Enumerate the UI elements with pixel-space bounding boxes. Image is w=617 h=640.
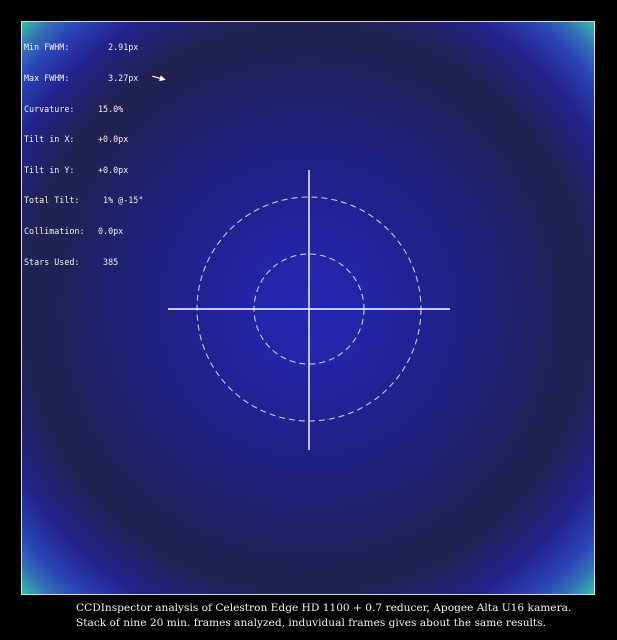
stat-label: Collimation: xyxy=(24,225,85,236)
stat-value: 1% @-15° xyxy=(98,195,144,206)
stat-value: 385 xyxy=(98,256,119,267)
caption-line-2: Stack of nine 20 min. frames analyzed, i… xyxy=(76,617,546,629)
stats-panel: Min FWHM: 2.91px Max FWHM: 3.27px Curvat… xyxy=(24,22,143,287)
stat-row-curvature: Curvature: 15.0% xyxy=(24,104,143,114)
stat-row-max-fwhm: Max FWHM: 3.27px xyxy=(24,73,143,83)
stat-row-tilt-x: Tilt in X: +0.0px xyxy=(24,134,143,144)
stat-label: Min FWHM: xyxy=(24,42,70,53)
tilt-direction-arrow-icon xyxy=(152,75,166,82)
stat-label: Max FWHM: xyxy=(24,73,70,83)
stat-label: Stars Used: xyxy=(24,256,80,267)
stat-value: 2.91px xyxy=(98,42,139,53)
stat-label: Tilt in Y: xyxy=(24,164,75,175)
stat-row-total-tilt: Total Tilt: 1% @-15° xyxy=(24,195,143,205)
stat-value: 15.0% xyxy=(98,103,124,114)
stat-label: Curvature: xyxy=(24,103,75,114)
tilt-arrow-group xyxy=(152,75,166,82)
stat-value: 3.27px xyxy=(98,73,139,83)
stat-label: Total Tilt: xyxy=(24,195,80,206)
stat-value: 0.0px xyxy=(98,225,124,236)
stat-label: Tilt in X: xyxy=(24,134,75,145)
ccdinspector-analysis-view: Min FWHM: 2.91px Max FWHM: 3.27px Curvat… xyxy=(0,0,617,640)
stat-row-stars-used: Stars Used: 385 xyxy=(24,257,143,267)
stat-row-collimation: Collimation: 0.0px xyxy=(24,226,143,236)
stat-value: +0.0px xyxy=(98,164,129,175)
image-caption: CCDInspector analysis of Celestron Edge … xyxy=(76,601,606,631)
caption-line-1: CCDInspector analysis of Celestron Edge … xyxy=(76,602,572,614)
curvature-heatmap: Min FWHM: 2.91px Max FWHM: 3.27px Curvat… xyxy=(21,21,595,595)
stat-row-min-fwhm: Min FWHM: 2.91px xyxy=(24,42,143,52)
stat-row-tilt-y: Tilt in Y: +0.0px xyxy=(24,165,143,175)
stat-value: +0.0px xyxy=(98,134,129,145)
